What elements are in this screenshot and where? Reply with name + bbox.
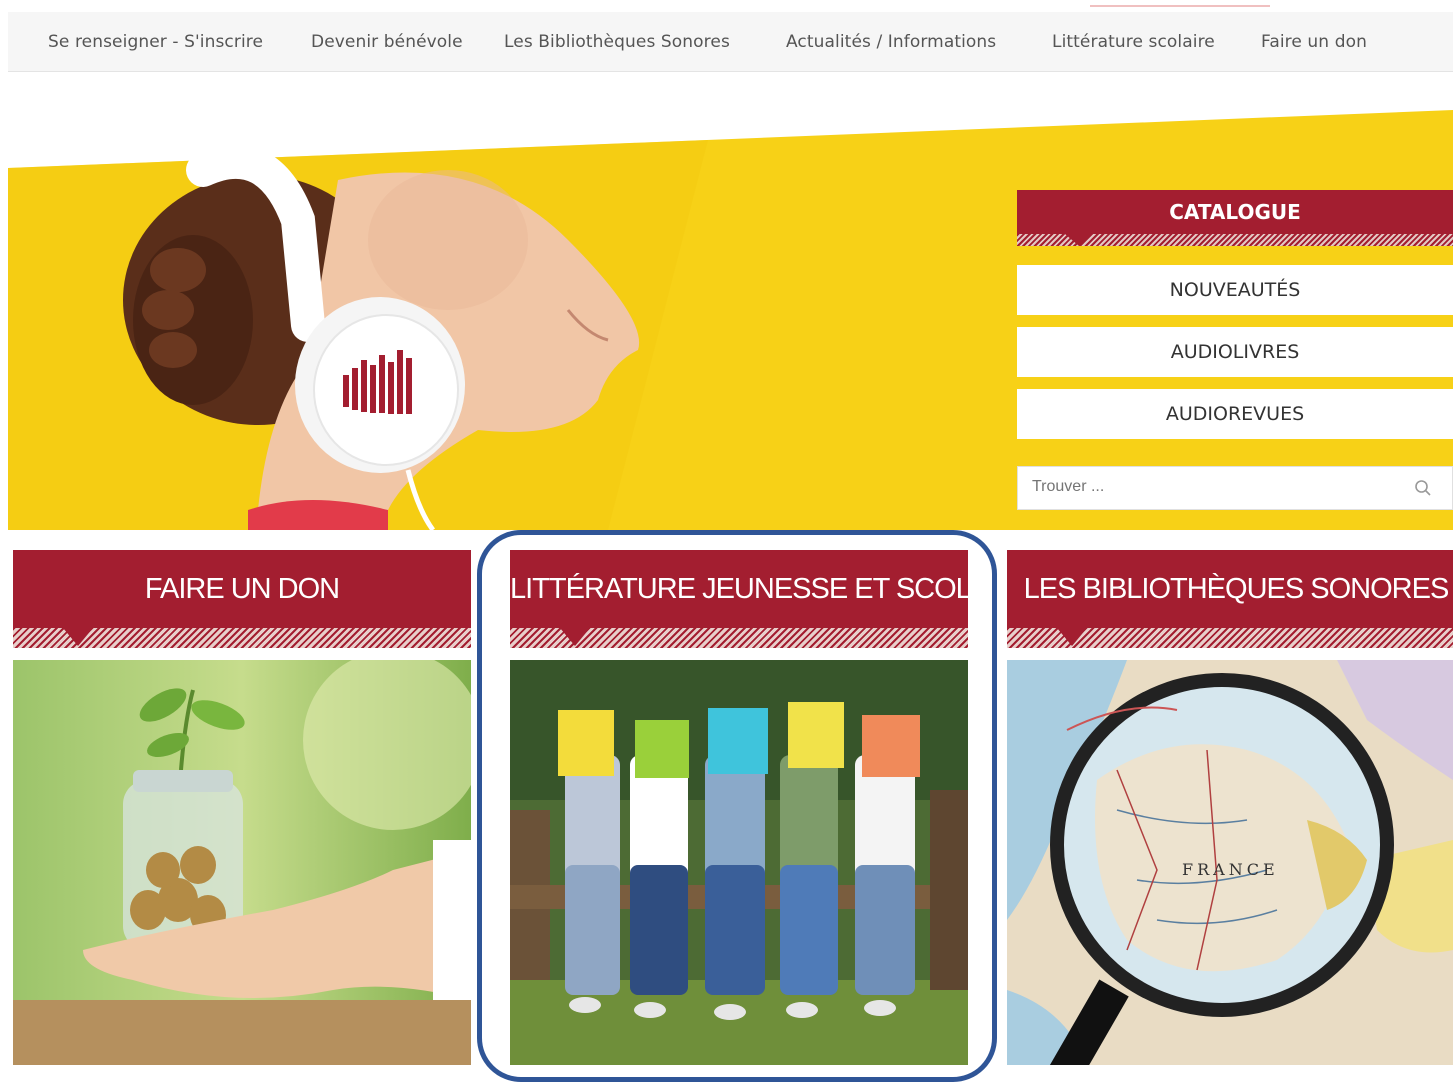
card-header: LITTÉRATURE JEUNESSE ET SCOLAIRE [510, 550, 968, 628]
card-image-donation[interactable] [13, 660, 471, 1065]
top-decor-line [1090, 5, 1270, 7]
nav-item-bibliotheques[interactable]: Les Bibliothèques Sonores [504, 32, 730, 52]
nouveautes-button[interactable]: NOUVEAUTÉS [1017, 265, 1453, 315]
search-input[interactable] [1018, 467, 1398, 507]
card-bibliotheques-sonores[interactable]: LES BIBLIOTHÈQUES SONORES FRANCE [1007, 550, 1453, 1065]
audiorevues-button[interactable]: AUDIOREVUES [1017, 389, 1453, 439]
map-country-label: FRANCE [1182, 860, 1279, 879]
card-title[interactable]: LITTÉRATURE JEUNESSE ET SCOLAIRE [510, 550, 968, 628]
card-title[interactable]: FAIRE UN DON [13, 550, 471, 628]
catalogue-notch [1065, 234, 1093, 246]
nav-item-litterature[interactable]: Littérature scolaire [1052, 32, 1215, 52]
nav-item-don[interactable]: Faire un don [1261, 32, 1367, 52]
card-header: LES BIBLIOTHÈQUES SONORES [1007, 550, 1453, 628]
catalogue-title: CATALOGUE [1017, 190, 1453, 234]
nav-item-inscription[interactable]: Se renseigner - S'inscrire [48, 32, 263, 52]
nav-item-benevole[interactable]: Devenir bénévole [311, 32, 463, 52]
card-image-map[interactable]: FRANCE [1007, 660, 1453, 1065]
card-header: FAIRE UN DON [13, 550, 471, 628]
card-notch [560, 628, 590, 646]
card-title[interactable]: LES BIBLIOTHÈQUES SONORES [1007, 550, 1453, 628]
search-icon[interactable] [1414, 479, 1432, 497]
card-litterature-jeunesse[interactable]: LITTÉRATURE JEUNESSE ET SCOLAIRE [510, 550, 968, 1065]
card-notch [63, 628, 93, 646]
catalogue-search [1017, 466, 1453, 510]
top-navigation: Se renseigner - S'inscrire Devenir bénév… [8, 12, 1453, 72]
card-image-kids-reading[interactable] [510, 660, 968, 1065]
card-notch [1057, 628, 1087, 646]
card-faire-un-don[interactable]: FAIRE UN DON [13, 550, 471, 1065]
nav-item-actualites[interactable]: Actualités / Informations [786, 32, 996, 52]
catalogue-panel: CATALOGUE NOUVEAUTÉS AUDIOLIVRES AUDIORE… [1017, 190, 1453, 510]
audiolivres-button[interactable]: AUDIOLIVRES [1017, 327, 1453, 377]
